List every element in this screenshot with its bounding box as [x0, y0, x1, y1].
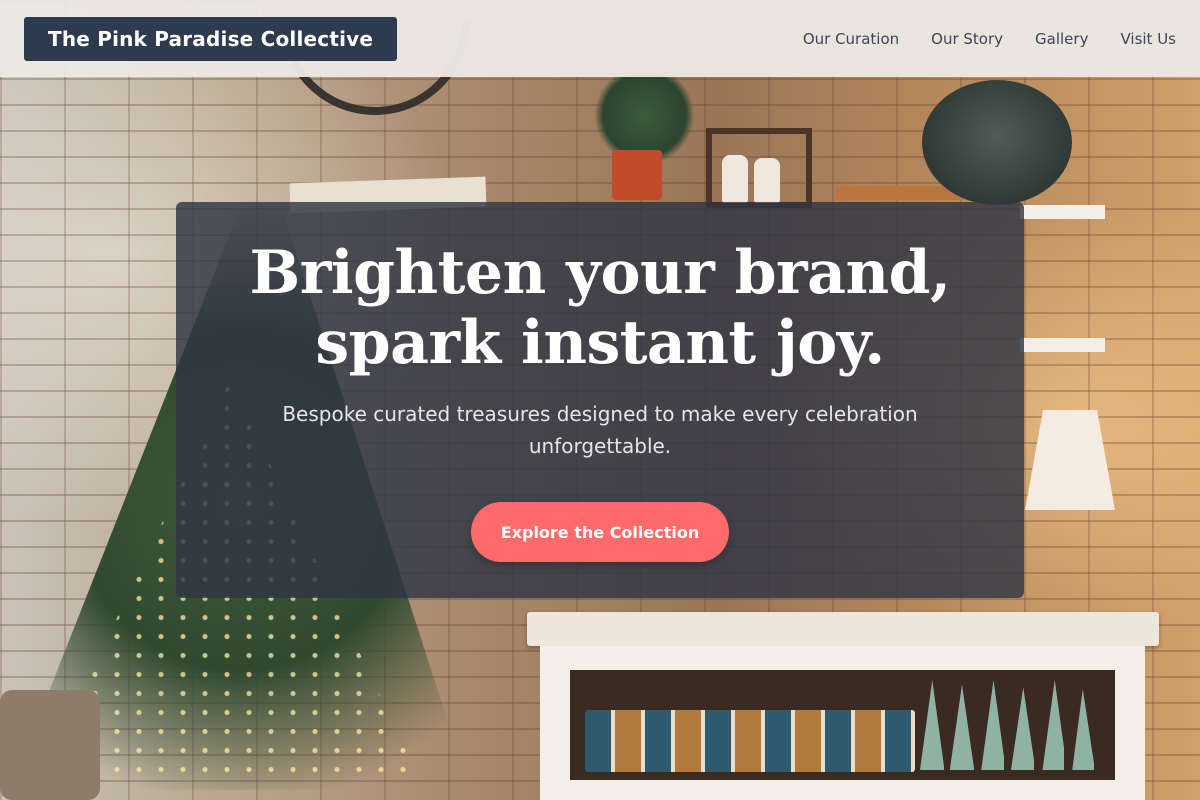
nav-link-our-story[interactable]: Our Story	[931, 30, 1003, 48]
brand-logo[interactable]: The Pink Paradise Collective	[24, 16, 398, 61]
plant-pot	[612, 150, 662, 200]
main-nav: Our Curation Our Story Gallery Visit Us	[803, 30, 1176, 48]
site-header: The Pink Paradise Collective Our Curatio…	[0, 0, 1200, 77]
bottle	[754, 158, 780, 203]
bottle	[722, 155, 748, 203]
hero-headline: Brighten your brand, spark instant joy.	[210, 238, 990, 378]
pillow	[0, 690, 100, 800]
hero-card: Brighten your brand, spark instant joy. …	[176, 202, 1024, 598]
potted-plant	[592, 70, 697, 160]
product-cans	[585, 710, 915, 772]
nav-link-gallery[interactable]: Gallery	[1035, 30, 1088, 48]
hero-headline-line-2: spark instant joy.	[315, 308, 885, 378]
explore-collection-button[interactable]: Explore the Collection	[471, 502, 729, 562]
white-shelf	[1020, 205, 1105, 219]
hero-subtitle: Bespoke curated treasures designed to ma…	[282, 402, 918, 458]
display-table-top	[527, 612, 1159, 646]
hero-headline-line-1: Brighten your brand,	[249, 238, 951, 308]
white-shelf	[1020, 338, 1105, 352]
hanging-pan	[922, 80, 1072, 205]
nav-link-our-curation[interactable]: Our Curation	[803, 30, 899, 48]
nav-link-visit-us[interactable]: Visit Us	[1120, 30, 1176, 48]
